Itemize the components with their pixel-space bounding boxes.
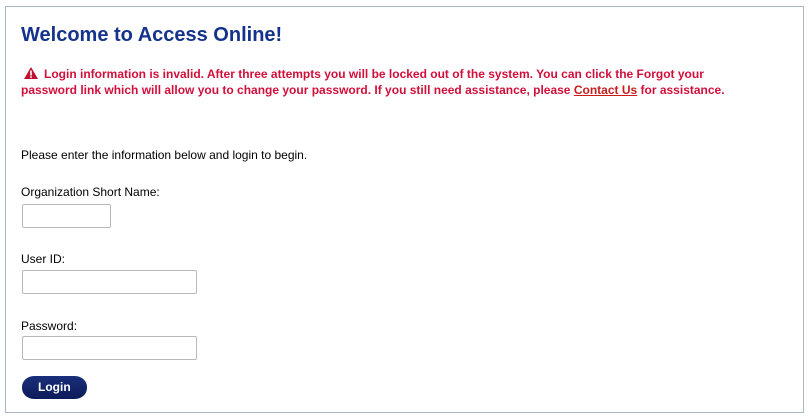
- password-label: Password:: [21, 319, 78, 333]
- password-input[interactable]: [22, 336, 197, 360]
- contact-us-link[interactable]: Contact Us: [574, 83, 637, 97]
- org-short-name-label: Organization Short Name:: [21, 185, 160, 199]
- intro-text: Please enter the information below and l…: [21, 148, 308, 162]
- login-button[interactable]: Login: [22, 376, 87, 399]
- page-title: Welcome to Access Online!: [21, 24, 283, 46]
- user-id-input[interactable]: [22, 270, 197, 294]
- login-panel: Welcome to Access Online! Login informat…: [5, 6, 804, 413]
- error-message: Login information is invalid. After thre…: [21, 66, 741, 98]
- error-text-end: for assistance.: [637, 83, 725, 97]
- warning-triangle-icon: [24, 67, 38, 79]
- org-short-name-input[interactable]: [22, 204, 111, 228]
- user-id-label: User ID:: [21, 252, 66, 266]
